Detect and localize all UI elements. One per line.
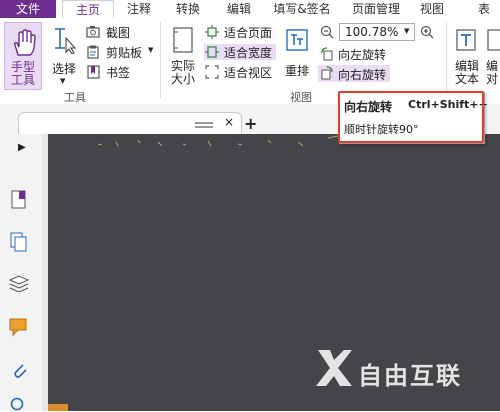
layers-icon[interactable] <box>8 274 30 292</box>
document-tab[interactable]: × <box>18 112 242 135</box>
edit-text-button[interactable]: 编辑 文本 <box>452 22 482 88</box>
rotate-right-label: 向右旋转 <box>338 68 387 82</box>
tab-view[interactable]: 视图 <box>410 0 454 18</box>
watermark-logo-icon <box>316 350 352 386</box>
ribbon-divider <box>160 22 161 98</box>
fit-page-icon <box>205 25 219 39</box>
actual-size-label-2: 大小 <box>170 72 195 86</box>
search-icon[interactable] <box>9 396 29 412</box>
zoom-select[interactable]: 100.78% ▼ <box>339 23 415 41</box>
zoom-value: 100.78% <box>345 25 399 39</box>
screenshot-button[interactable]: 截图 <box>86 24 156 40</box>
fit-page-button[interactable]: 适合页面 <box>204 24 274 40</box>
text-cursor-icon <box>55 28 77 54</box>
rotate-right-icon <box>321 66 333 80</box>
view-group-label: 视图 <box>290 91 312 104</box>
tab-list-icon[interactable] <box>193 120 223 130</box>
hand-tool-button[interactable]: 手型 工具 <box>4 22 42 90</box>
edit-text-label-2: 文本 <box>454 72 479 86</box>
tab-fill-sign[interactable]: 填写&签名 <box>266 0 338 18</box>
zoom-out-icon[interactable] <box>320 25 334 39</box>
fit-view-label: 适合视区 <box>224 66 273 80</box>
tab-edit[interactable]: 编辑 <box>216 0 262 18</box>
reflow-button[interactable]: 重排 <box>282 22 312 88</box>
rotate-left-button[interactable]: 向左旋转 <box>320 46 392 62</box>
select-button[interactable]: 选择 ▼ <box>48 22 80 88</box>
edit-object-icon <box>487 29 500 51</box>
rotate-left-icon <box>321 47 333 61</box>
bookmark-icon <box>87 65 100 79</box>
new-tab-button[interactable]: + <box>244 114 257 133</box>
clipboard-dropdown-icon: ▼ <box>148 46 154 54</box>
page-texture <box>97 135 339 147</box>
edit-object-button[interactable]: 编 对 <box>486 22 500 88</box>
fit-page-label: 适合页面 <box>224 26 273 40</box>
page-corner-marker <box>48 404 68 411</box>
watermark-text: 自由互联 <box>358 362 462 390</box>
zoom-in-icon[interactable] <box>420 25 434 39</box>
edit-object-label-2: 对 <box>486 72 499 86</box>
bookmark-button[interactable]: 书签 <box>86 64 146 80</box>
rotate-left-label: 向左旋转 <box>338 48 387 62</box>
clipboard-label: 剪贴板 <box>106 46 143 60</box>
rotate-right-button[interactable]: 向右旋转 <box>318 65 390 82</box>
actual-size-button[interactable]: 实际 大小 <box>166 22 200 88</box>
tab-more[interactable]: 表 <box>478 0 500 18</box>
fit-width-label: 适合宽度 <box>224 46 273 60</box>
tab-close-icon[interactable]: × <box>224 115 234 129</box>
tab-file[interactable]: 文件 <box>0 0 56 18</box>
fit-width-button[interactable]: 适合宽度 <box>204 44 276 60</box>
tab-home[interactable]: 主页 <box>62 0 114 19</box>
expand-panel-icon[interactable]: ▶ <box>18 142 26 153</box>
select-dropdown-icon: ▼ <box>60 77 66 85</box>
menu-bar: 文件 主页 注释 转换 编辑 填写&签名 页面管理 视图 表 <box>0 0 500 19</box>
fit-view-icon <box>205 65 219 79</box>
fit-width-icon <box>205 46 219 58</box>
zoom-dropdown-icon: ▼ <box>404 27 410 35</box>
clipboard-icon <box>87 45 99 59</box>
ribbon-divider-2 <box>446 22 447 98</box>
bookmark-label: 书签 <box>106 66 131 80</box>
comments-icon[interactable] <box>8 317 30 337</box>
highlight-annotation-box <box>338 91 484 143</box>
camera-icon <box>86 26 100 38</box>
tab-comment[interactable]: 注释 <box>116 0 162 18</box>
edit-text-icon <box>456 29 476 51</box>
pages-icon[interactable] <box>10 232 28 252</box>
select-label: 选择 <box>51 62 76 76</box>
hand-icon <box>14 29 36 56</box>
reflow-icon <box>286 29 308 51</box>
document-viewer: 自由互联 <box>48 134 500 411</box>
attachment-icon[interactable] <box>10 360 28 380</box>
tools-group-label: 工具 <box>64 91 86 104</box>
reflow-label: 重排 <box>284 64 309 78</box>
fit-view-button[interactable]: 适合视区 <box>204 64 276 80</box>
left-sidebar: ▶ <box>0 134 43 411</box>
page-icon <box>173 27 193 53</box>
tab-convert[interactable]: 转换 <box>165 0 211 18</box>
screenshot-label: 截图 <box>106 26 131 40</box>
clipboard-button[interactable]: 剪贴板 ▼ <box>86 44 158 60</box>
tab-page-manage[interactable]: 页面管理 <box>344 0 408 18</box>
page-thumbnail-icon[interactable] <box>10 190 28 210</box>
hand-tool-label-2: 工具 <box>10 73 35 87</box>
